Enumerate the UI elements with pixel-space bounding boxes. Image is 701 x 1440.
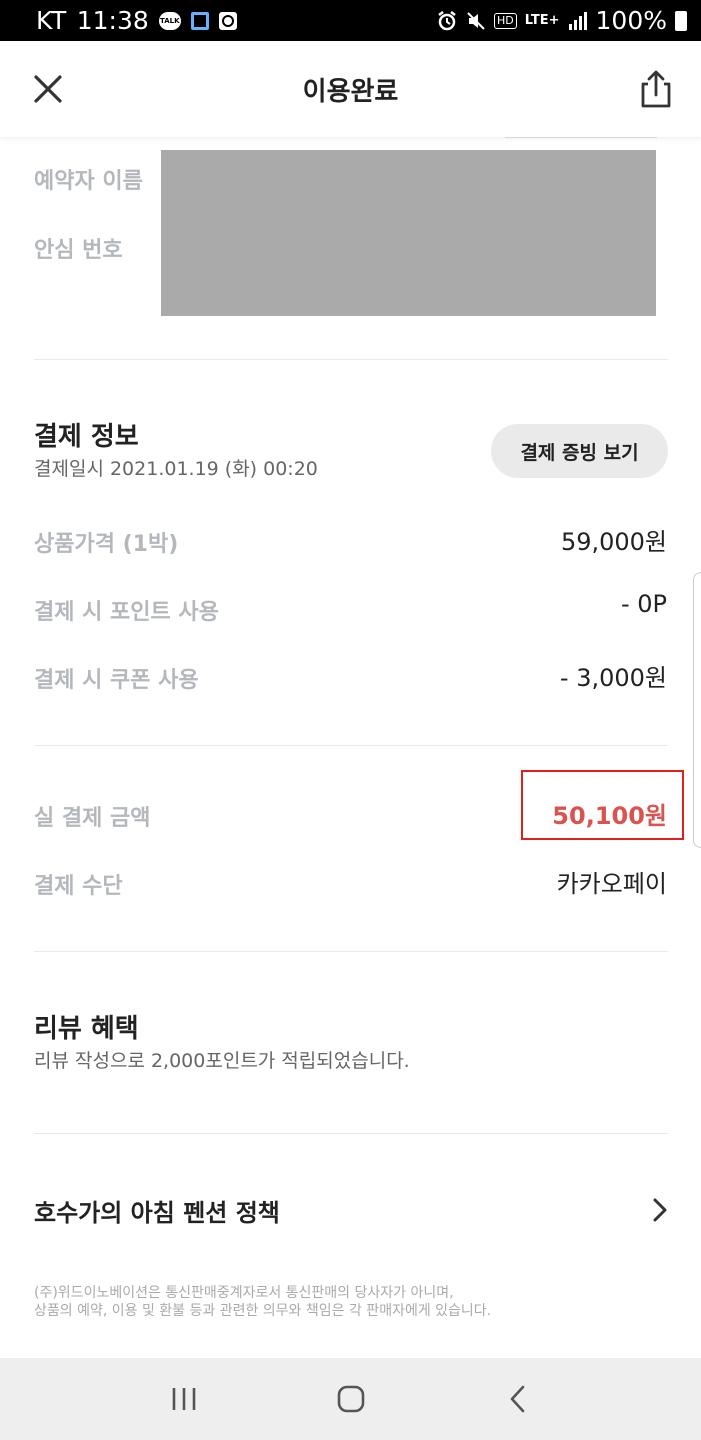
battery-icon bbox=[675, 10, 687, 31]
policy-label: 호수가의 아침 펜션 정책 bbox=[34, 1198, 280, 1227]
alarm-icon bbox=[438, 10, 456, 30]
network-type: LTE+ bbox=[524, 13, 560, 28]
payment-method-label: 결제 수단 bbox=[34, 874, 123, 899]
app-notification-icon bbox=[218, 11, 237, 30]
footnote-line: 상품의 예약, 이용 및 환불 등과 관련한 의무와 책임은 각 판매자에게 있… bbox=[34, 1303, 492, 1319]
payment-datetime: 결제일시 2021.01.19 (화) 00:20 bbox=[34, 458, 318, 480]
divider bbox=[34, 951, 668, 952]
coupon-usage-value: - 3,000원 bbox=[559, 664, 667, 692]
safe-number-label: 안심 번호 bbox=[34, 238, 123, 263]
point-usage-value: - 0P bbox=[620, 590, 667, 618]
recent-apps-button[interactable] bbox=[154, 1369, 214, 1429]
divider bbox=[34, 1133, 668, 1134]
carrier-label: KT bbox=[36, 6, 67, 35]
divider bbox=[34, 745, 668, 746]
status-bar: KT 11:38 TALK HD LTE+ 100% bbox=[0, 0, 701, 41]
point-usage-label: 결제 시 포인트 사용 bbox=[34, 600, 219, 625]
booker-name-label: 예약자 이름 bbox=[34, 169, 143, 194]
screen-icon bbox=[190, 11, 209, 30]
divider bbox=[34, 359, 668, 360]
home-button[interactable] bbox=[321, 1369, 381, 1429]
coupon-usage-label: 결제 시 쿠폰 사용 bbox=[34, 668, 199, 693]
system-nav-bar bbox=[0, 1358, 701, 1440]
recent-apps-icon bbox=[172, 1388, 195, 1410]
hd-voice-icon: HD bbox=[493, 12, 517, 29]
pension-policy-link[interactable]: 호수가의 아침 펜션 정책 bbox=[34, 1180, 668, 1240]
page-title: 이용완료 bbox=[302, 76, 399, 107]
mute-icon bbox=[467, 11, 485, 30]
redacted-booker-info bbox=[161, 150, 656, 316]
scroll-handle[interactable] bbox=[693, 572, 701, 848]
chevron-right-icon bbox=[653, 1198, 667, 1222]
payment-section-title: 결제 정보 bbox=[34, 422, 139, 452]
total-highlight-box bbox=[521, 770, 684, 840]
clock-time: 11:38 bbox=[76, 6, 149, 35]
total-payment-label: 실 결제 금액 bbox=[34, 806, 151, 831]
close-icon[interactable] bbox=[30, 71, 66, 107]
home-icon bbox=[337, 1385, 364, 1413]
back-button[interactable] bbox=[488, 1369, 548, 1429]
divider bbox=[505, 137, 657, 138]
payment-proof-button[interactable]: 결제 증빙 보기 bbox=[491, 424, 668, 478]
battery-percent: 100% bbox=[595, 6, 667, 35]
review-benefit-text: 리뷰 작성으로 2,000포인트가 적립되었습니다. bbox=[34, 1050, 410, 1072]
price-label: 상품가격 (1박) bbox=[34, 532, 179, 557]
legal-footnote: (주)위드이노베이션은 통신판매중계자로서 통신판매의 당사자가 아니며, 상품… bbox=[34, 1284, 674, 1320]
share-icon[interactable] bbox=[639, 69, 673, 109]
signal-icon bbox=[568, 11, 587, 30]
back-icon bbox=[510, 1385, 524, 1413]
payment-method-value: 카카오페이 bbox=[556, 870, 667, 898]
review-section-title: 리뷰 혜택 bbox=[34, 1014, 139, 1044]
footnote-line: (주)위드이노베이션은 통신판매중계자로서 통신판매의 당사자가 아니며, bbox=[34, 1285, 454, 1301]
price-value: 59,000원 bbox=[560, 528, 667, 556]
app-header: 이용완료 bbox=[0, 41, 701, 137]
kakaotalk-icon: TALK bbox=[158, 11, 181, 30]
